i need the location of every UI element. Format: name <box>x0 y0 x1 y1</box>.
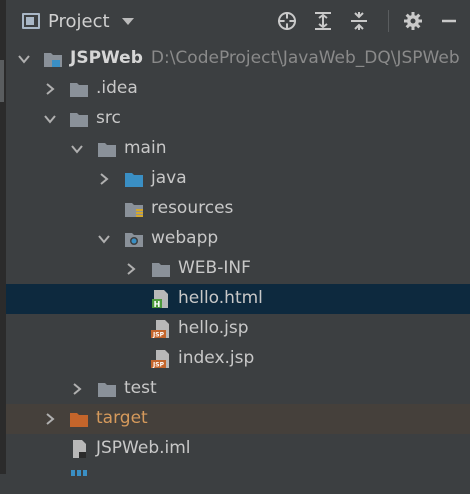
collapse-all-icon[interactable] <box>348 10 370 32</box>
project-view-selector[interactable]: Project <box>22 8 134 34</box>
folder-icon <box>152 263 170 277</box>
tree-row-main[interactable]: main <box>6 134 470 164</box>
tree-row-index-jsp[interactable]: JSP index.jsp <box>6 344 470 374</box>
resources-folder-icon <box>125 203 143 217</box>
tree-label-idea: .idea <box>96 78 138 98</box>
tree-row-webinf[interactable]: WEB-INF <box>6 254 470 284</box>
iml-file-icon <box>73 440 86 458</box>
jsp-file-icon: JSP <box>151 350 169 369</box>
tree-row-java[interactable]: java <box>6 164 470 194</box>
module-folder-icon <box>44 53 62 67</box>
folder-icon <box>70 113 88 127</box>
tree-row-resources[interactable]: resources <box>6 194 470 224</box>
tree-label-hello-jsp: hello.jsp <box>178 318 249 338</box>
svg-text:JSP: JSP <box>152 332 165 339</box>
excluded-folder-icon <box>70 413 88 427</box>
tree-label-target: target <box>96 408 148 428</box>
folder-icon <box>98 383 116 397</box>
chevron-right-icon[interactable] <box>123 261 139 277</box>
toolbar-separator <box>388 10 389 32</box>
tree-label-root: JSPWeb D:\CodeProject\JavaWeb_DQ\JSPWeb <box>70 48 460 68</box>
chevron-right-icon[interactable] <box>42 411 58 427</box>
project-toolbar: Project <box>6 0 470 40</box>
tree-label-test: test <box>124 378 157 398</box>
tree-label-java: java <box>151 168 187 188</box>
expand-all-icon[interactable] <box>312 10 334 32</box>
tree-label-src: src <box>96 108 121 128</box>
tree-row-partial[interactable] <box>6 464 470 494</box>
tool-strip-marker <box>0 60 4 102</box>
tree-label-index-jsp: index.jsp <box>178 348 255 368</box>
tree-label-webapp: webapp <box>151 228 219 248</box>
html-file-icon: H <box>152 290 168 309</box>
tree-row-target[interactable]: target <box>6 404 470 434</box>
tree-row-hello-jsp[interactable]: JSP hello.jsp <box>6 314 470 344</box>
project-title: Project <box>48 10 110 32</box>
hide-icon[interactable] <box>438 10 460 32</box>
locate-icon[interactable] <box>276 10 298 32</box>
tree-row-iml[interactable]: JSPWeb.iml <box>6 434 470 464</box>
tree-row-hello-html[interactable]: H hello.html <box>6 284 470 314</box>
jsp-file-icon: JSP <box>151 320 169 339</box>
chevron-right-icon[interactable] <box>96 171 112 187</box>
chevron-down-icon[interactable] <box>16 51 32 67</box>
chevron-down-icon[interactable] <box>121 17 134 25</box>
chevron-right-icon[interactable] <box>42 81 58 97</box>
svg-text:H: H <box>154 300 161 309</box>
tree-label-hello-html: hello.html <box>178 288 263 308</box>
external-libraries-icon <box>71 470 87 476</box>
chevron-down-icon[interactable] <box>42 111 58 127</box>
project-window-icon <box>22 13 40 29</box>
tree-label-webinf: WEB-INF <box>178 258 251 278</box>
tree-label-resources: resources <box>151 198 234 218</box>
tree-row-test[interactable]: test <box>6 374 470 404</box>
tree-label-main: main <box>124 138 167 158</box>
source-folder-icon <box>125 173 143 187</box>
tree-row-webapp[interactable]: webapp <box>6 224 470 254</box>
svg-text:JSP: JSP <box>152 362 165 369</box>
tree-label-iml: JSPWeb.iml <box>96 438 191 458</box>
tree-row-src[interactable]: src <box>6 104 470 134</box>
chevron-down-icon[interactable] <box>96 231 112 247</box>
chevron-down-icon[interactable] <box>69 141 85 157</box>
tree-row-idea[interactable]: .idea <box>6 74 470 104</box>
tree-row-root[interactable]: JSPWeb D:\CodeProject\JavaWeb_DQ\JSPWeb <box>6 44 470 74</box>
chevron-right-icon[interactable] <box>69 381 85 397</box>
root-path: D:\CodeProject\JavaWeb_DQ\JSPWeb <box>150 48 460 68</box>
gear-icon[interactable] <box>402 10 424 32</box>
folder-icon <box>98 143 116 157</box>
folder-icon <box>70 83 88 97</box>
web-folder-icon <box>125 233 143 247</box>
